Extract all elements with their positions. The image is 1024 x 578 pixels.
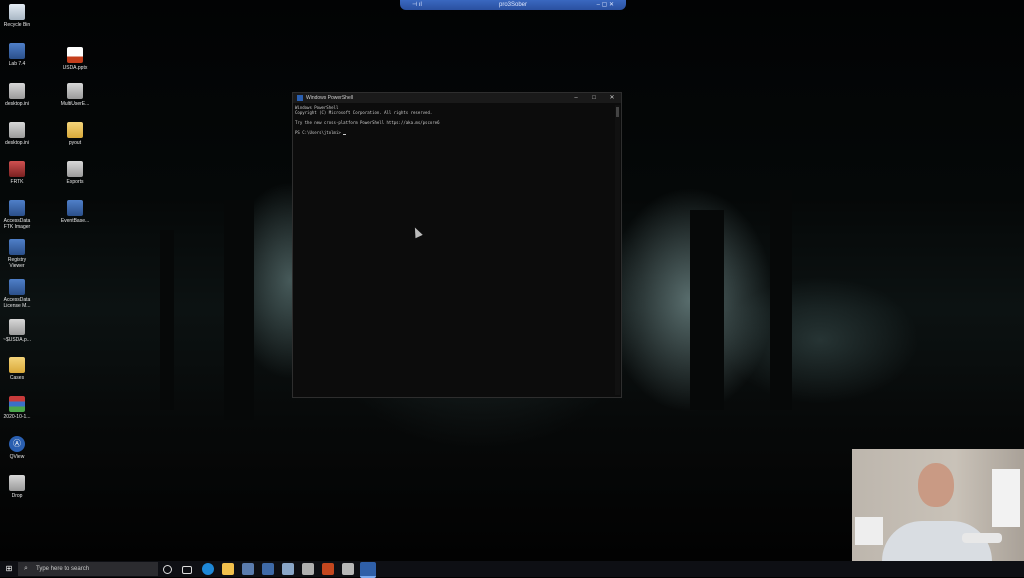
app-icon[interactable]	[282, 563, 294, 575]
vmware-icon[interactable]	[242, 563, 254, 575]
file-icon	[67, 83, 83, 99]
desktop-icon-label: Recycle Bin	[3, 22, 31, 28]
powershell-window[interactable]: Windows PowerShell – □ ✕ Windows PowerSh…	[292, 92, 622, 398]
desktop-icon-label: Drop	[11, 493, 23, 499]
file-icon	[9, 83, 25, 99]
task-view-icon[interactable]	[182, 566, 192, 574]
ftk-icon[interactable]	[262, 563, 274, 575]
desktop-icon-label: Lab 7.4	[8, 61, 26, 67]
vertical-scrollbar[interactable]	[615, 105, 620, 395]
file-icon	[9, 122, 25, 138]
application-icon	[9, 43, 25, 59]
presenter-head	[918, 463, 954, 507]
search-placeholder: Type here to search	[36, 566, 90, 572]
recycle-bin-icon	[9, 4, 25, 20]
file-icon	[67, 161, 83, 177]
desktop-icon-label: MultiUserE...	[60, 101, 90, 107]
desktop-icon-pyout[interactable]: pyout	[58, 122, 92, 146]
remote-session-bar[interactable]: ⊣ ıl pro3Sober – ▢ ✕	[400, 0, 626, 10]
desktop-icon-license-manager[interactable]: AccessData License M...	[0, 279, 34, 309]
desktop-icon-lab[interactable]: Lab 7.4	[0, 43, 34, 67]
remote-bar-controls-left[interactable]: ⊣ ıl	[412, 0, 422, 10]
powershell-titlebar[interactable]: Windows PowerShell – □ ✕	[293, 93, 621, 103]
console-output[interactable]: Windows PowerShell Copyright (C) Microso…	[295, 105, 613, 395]
desktop-icon-usda-pptx[interactable]: USDA.pptx	[58, 47, 92, 71]
desktop-icon-multiuser[interactable]: MultiUserE...	[58, 83, 92, 107]
desktop-icon-label: pyout	[68, 140, 82, 146]
scrollbar-thumb[interactable]	[616, 107, 619, 117]
app-icon[interactable]	[302, 563, 314, 575]
minimize-button[interactable]: –	[569, 93, 583, 103]
desktop-icon-label: FRTK	[10, 179, 24, 185]
window-title: Windows PowerShell	[306, 95, 353, 101]
desktop-icon-label: desktop.ini	[5, 101, 29, 107]
microphone	[962, 533, 1002, 543]
desktop-icon-desktop-ini-2[interactable]: desktop.ini	[0, 122, 34, 146]
desktop-icon-label: ~$USDA.p...	[3, 337, 31, 343]
license-manager-icon	[9, 279, 25, 295]
edge-icon[interactable]	[202, 563, 214, 575]
file-icon	[9, 475, 25, 491]
desktop-icon-archive[interactable]: 2020-10-1...	[0, 396, 34, 420]
desktop-icon-cases[interactable]: Cases	[0, 357, 34, 381]
desktop-icon-usda-temp[interactable]: ~$USDA.p...	[0, 319, 34, 343]
file-icon	[9, 319, 25, 335]
desktop-icon-label: QView	[9, 454, 25, 460]
desktop-icon-label: AccessData FTK Imager	[3, 218, 31, 230]
remote-session-title: pro3Sober	[498, 2, 528, 8]
registry-viewer-icon	[9, 239, 25, 255]
archive-icon	[9, 396, 25, 412]
desktop-icon-label: Cases	[9, 375, 25, 381]
pptx-file-icon	[67, 47, 83, 63]
cortana-icon[interactable]	[163, 565, 172, 574]
desktop-icon-label: EventBase...	[60, 218, 90, 224]
desktop-icon-qview[interactable]: Ⓐ QView	[0, 436, 34, 460]
desktop-icon-desktop-ini[interactable]: desktop.ini	[0, 83, 34, 107]
windows-start-icon[interactable]: ⊞	[4, 564, 14, 574]
powershell-icon	[297, 95, 303, 101]
wall-picture	[855, 517, 883, 545]
text-cursor	[343, 134, 347, 135]
desktop-icon-label: AccessData License M...	[3, 297, 31, 309]
tree-trunk	[224, 200, 254, 420]
app-icon[interactable]	[342, 563, 354, 575]
desktop-icon-drop[interactable]: Drop	[0, 475, 34, 499]
ftk-imager-icon	[9, 200, 25, 216]
maximize-button[interactable]: □	[587, 93, 601, 103]
desktop-icon-label: Exports	[66, 179, 84, 185]
lock-app-icon	[9, 161, 25, 177]
desktop-icon-label: 2020-10-1...	[3, 414, 31, 420]
desktop-icon-frtk[interactable]: FRTK	[0, 161, 34, 185]
tree-trunk	[690, 210, 724, 410]
folder-icon	[67, 122, 83, 138]
console-prompt: PS C:\Users\jtolmi>	[295, 130, 344, 135]
folder-icon	[9, 357, 25, 373]
file-explorer-icon[interactable]	[222, 563, 234, 575]
powerpoint-icon[interactable]	[322, 563, 334, 575]
taskbar-search-box[interactable]: ⌕ Type here to search	[18, 562, 158, 576]
console-prompt-line[interactable]: PS C:\Users\jtolmi>	[295, 130, 613, 135]
desktop-icon-registry-viewer[interactable]: Registry Viewer	[0, 239, 34, 269]
desktop-icon-ftk-imager[interactable]: AccessData FTK Imager	[0, 200, 34, 230]
desktop-icon-eventbase[interactable]: EventBase...	[58, 200, 92, 224]
desktop-icon-exports[interactable]: Exports	[58, 161, 92, 185]
desktop-icon-recycle-bin[interactable]: Recycle Bin	[0, 4, 34, 28]
tree-trunk	[770, 190, 792, 410]
eventbase-icon	[67, 200, 83, 216]
desktop-icon-label: desktop.ini	[5, 140, 29, 146]
desktop-icon-label: Registry Viewer	[7, 257, 27, 269]
remote-bar-controls-right[interactable]: – ▢ ✕	[597, 0, 614, 10]
search-icon: ⌕	[24, 565, 28, 572]
taskbar: ⊞ ⌕ Type here to search	[0, 561, 1024, 578]
webcam-overlay	[852, 449, 1024, 561]
powershell-taskbar-icon[interactable]	[360, 562, 376, 578]
qview-icon: Ⓐ	[9, 436, 25, 452]
close-button[interactable]: ✕	[605, 93, 619, 103]
desktop-icon-label: USDA.pptx	[62, 65, 88, 71]
tree-trunk	[160, 230, 174, 410]
wall-panel	[992, 469, 1020, 527]
